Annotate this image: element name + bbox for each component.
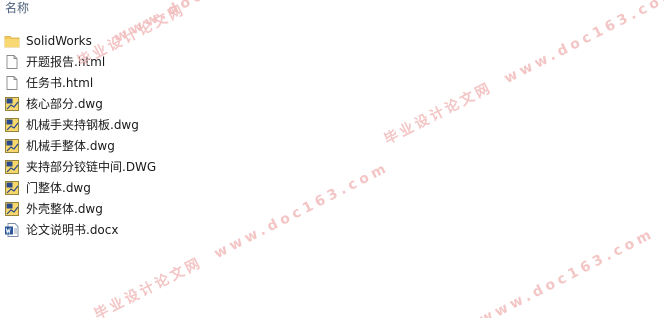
file-name: 开题报告.html <box>26 55 106 69</box>
dwg-file-icon <box>5 159 19 174</box>
folder-icon <box>4 35 20 47</box>
file-name: 机械手整体.dwg <box>26 139 115 153</box>
name-column-header[interactable]: 名称 <box>5 0 29 18</box>
file-list: SolidWorks 开题报告.html 任务书.html 核心部分.dwg 机… <box>0 30 156 240</box>
file-name: 核心部分.dwg <box>26 97 103 111</box>
word-doc-icon <box>5 222 19 237</box>
file-explorer: 名称 SolidWorks 开题报告.html 任务书.html 核心部分.dw… <box>0 0 664 318</box>
file-row-door-whole[interactable]: 门整体.dwg <box>0 177 156 198</box>
file-name: 外壳整体.dwg <box>26 202 103 216</box>
watermark: www.doc163.com <box>477 225 658 318</box>
file-row-hinge-middle[interactable]: 夹持部分铰链中间.DWG <box>0 156 156 177</box>
file-name: 机械手夹持钢板.dwg <box>26 118 139 132</box>
file-row-clamp-plate[interactable]: 机械手夹持钢板.dwg <box>0 114 156 135</box>
html-file-icon <box>6 75 18 90</box>
file-row-kaiti-report[interactable]: 开题报告.html <box>0 51 156 72</box>
file-name: 夹持部分铰链中间.DWG <box>26 160 157 174</box>
file-row-task-book[interactable]: 任务书.html <box>0 72 156 93</box>
file-name: SolidWorks <box>26 33 92 48</box>
dwg-file-icon <box>5 201 19 216</box>
dwg-file-icon <box>5 96 19 111</box>
file-row-shell-whole[interactable]: 外壳整体.dwg <box>0 198 156 219</box>
dwg-file-icon <box>5 180 19 195</box>
file-name: 论文说明书.docx <box>26 223 119 237</box>
file-row-core-part[interactable]: 核心部分.dwg <box>0 93 156 114</box>
watermark: 毕业设计论文网 www.doc163.com <box>381 0 664 149</box>
dwg-file-icon <box>5 138 19 153</box>
file-row-solidworks[interactable]: SolidWorks <box>0 30 156 51</box>
file-name: 门整体.dwg <box>26 181 91 195</box>
dwg-file-icon <box>5 117 19 132</box>
html-file-icon <box>6 54 18 69</box>
file-name: 任务书.html <box>26 76 94 90</box>
file-row-manipulator-whole[interactable]: 机械手整体.dwg <box>0 135 156 156</box>
file-row-thesis-doc[interactable]: 论文说明书.docx <box>0 219 156 240</box>
